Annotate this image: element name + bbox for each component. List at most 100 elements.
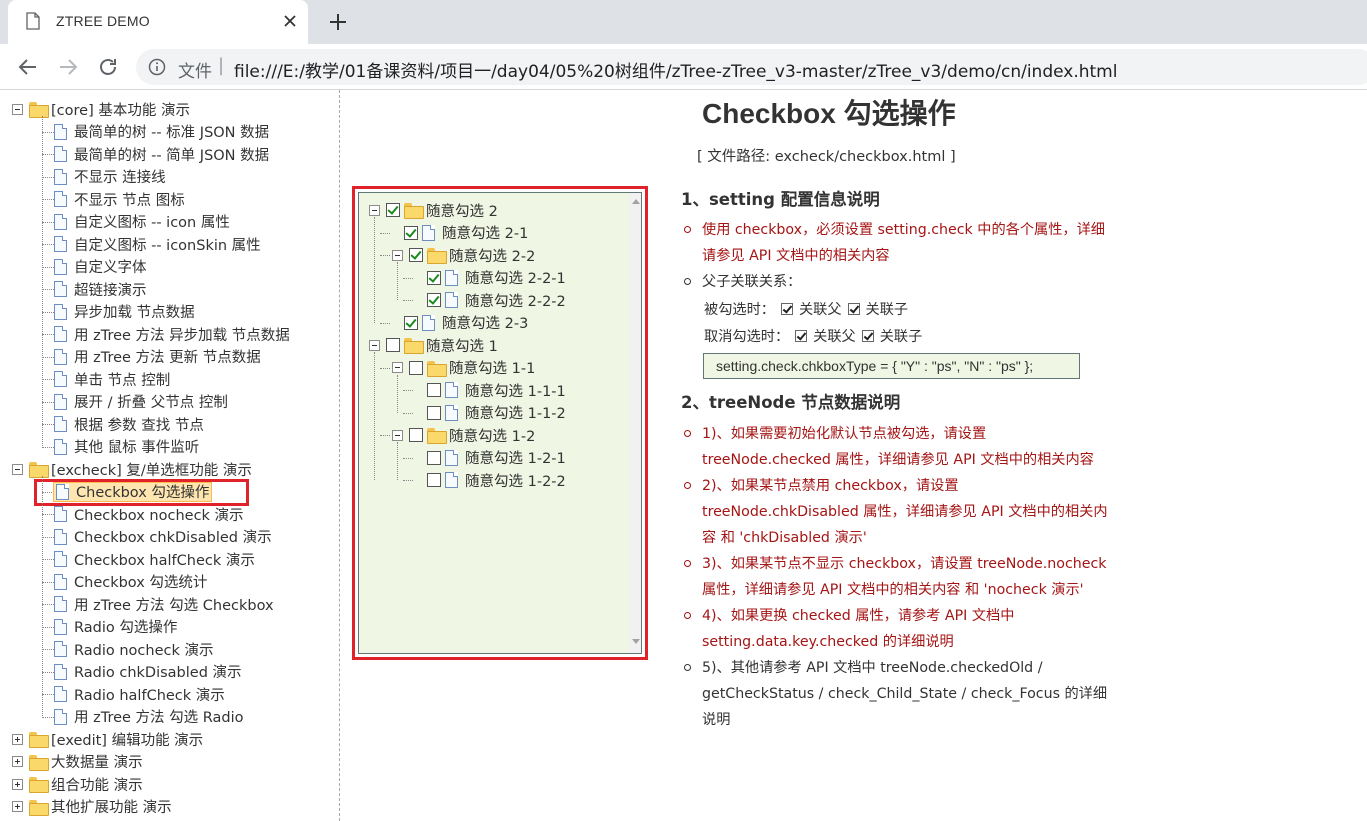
unchecked-assoc-child-checkbox[interactable]	[861, 330, 874, 342]
checked-assoc-child-checkbox[interactable]	[847, 303, 860, 315]
checked-checkbox-icon[interactable]	[427, 293, 441, 307]
unchecked-checkbox-icon[interactable]	[409, 360, 423, 375]
nav-item[interactable]: 自定义图标 -- icon 属性	[54, 211, 230, 233]
forward-icon[interactable]	[56, 55, 80, 79]
expand-icon[interactable]	[12, 801, 23, 812]
checkbox-tree-node[interactable]: 随意勾选 2-1	[404, 222, 528, 244]
nav-item[interactable]: 根据 参数 查找 节点	[54, 413, 204, 435]
checkbox-tree-node[interactable]: 随意勾选 2-2	[392, 244, 535, 266]
collapse-icon[interactable]	[392, 429, 403, 441]
nav-item[interactable]: 用 zTree 方法 异步加载 节点数据	[54, 323, 290, 345]
checked-assoc-parent-checkbox[interactable]	[780, 303, 793, 315]
page-icon	[54, 506, 67, 522]
checkbox-tree-node[interactable]: 随意勾选 1-2-1	[427, 447, 566, 469]
close-tab-icon[interactable]	[280, 11, 300, 31]
nav-item[interactable]: 最简单的树 -- 简单 JSON 数据	[54, 143, 269, 165]
tree-scrollbar[interactable]	[629, 193, 641, 653]
expand-icon[interactable]	[12, 756, 23, 767]
nav-item[interactable]: 最简单的树 -- 标准 JSON 数据	[54, 121, 269, 143]
nav-item[interactable]: 其他 鼠标 事件监听	[54, 436, 199, 458]
checked-checkbox-icon[interactable]	[427, 270, 441, 285]
nav-item[interactable]: Checkbox halfCheck 演示	[54, 548, 255, 570]
nav-item[interactable]: 自定义字体	[54, 256, 147, 278]
collapse-icon[interactable]	[369, 204, 380, 216]
nav-item[interactable]: Checkbox nocheck 演示	[54, 503, 244, 525]
nav-group[interactable]: 大数据量 演示	[12, 751, 143, 773]
unchecked-assoc-parent-checkbox[interactable]	[795, 330, 808, 342]
nav-item[interactable]: Radio 勾选操作	[54, 616, 177, 638]
checkbox-tree-node[interactable]: 随意勾选 1-2-2	[427, 469, 566, 491]
nav-item[interactable]: Checkbox 勾选统计	[54, 571, 207, 593]
checked-checkbox-icon[interactable]	[386, 203, 400, 217]
checkbox-tree-node[interactable]: 随意勾选 1-1	[392, 357, 535, 379]
checkbox-tree-node[interactable]: 随意勾选 2-2-1	[427, 267, 566, 289]
checkbox-tree-node[interactable]: 随意勾选 2	[369, 199, 498, 221]
tree-connector	[403, 390, 413, 391]
nav-item[interactable]: 不显示 连接线	[54, 166, 166, 188]
scroll-up-icon[interactable]	[632, 199, 640, 204]
collapse-icon[interactable]	[12, 463, 23, 475]
reload-icon[interactable]	[96, 55, 120, 79]
unchecked-checkbox-icon[interactable]	[427, 473, 441, 487]
collapse-icon[interactable]	[12, 103, 23, 115]
unchecked-assoc-parent-label: 关联父	[813, 329, 856, 345]
nav-item[interactable]: 自定义图标 -- iconSkin 属性	[54, 233, 261, 255]
unchecked-checkbox-icon[interactable]	[427, 383, 441, 397]
nav-item[interactable]: 展开 / 折叠 父节点 控制	[54, 391, 228, 413]
nav-group-label: [core] 基本功能 演示	[51, 102, 190, 119]
nav-group[interactable]: [exedit] 编辑功能 演示	[12, 728, 203, 750]
expand-icon[interactable]	[12, 733, 23, 745]
nav-group[interactable]: 其他扩展功能 演示	[12, 796, 172, 818]
checked-checkbox-icon[interactable]	[409, 248, 423, 262]
checkbox-tree-node[interactable]: 随意勾选 2-2-2	[427, 289, 566, 311]
nav-item[interactable]: 单击 节点 控制	[54, 368, 170, 390]
nav-item-label: Radio halfCheck 演示	[74, 687, 225, 704]
expand-icon[interactable]	[12, 778, 23, 790]
folder-icon	[29, 732, 49, 748]
nav-item[interactable]: 不显示 节点 图标	[54, 188, 185, 210]
tree-connector	[42, 199, 54, 200]
nav-item-label: 展开 / 折叠 父节点 控制	[74, 395, 228, 411]
nav-group[interactable]: 组合功能 演示	[12, 773, 143, 795]
unchecked-checkbox-icon[interactable]	[427, 450, 441, 465]
checked-checkbox-icon[interactable]	[404, 225, 418, 240]
nav-group[interactable]: [core] 基本功能 演示	[12, 98, 190, 120]
checked-checkbox-icon[interactable]	[404, 315, 418, 330]
collapse-icon[interactable]	[392, 249, 403, 261]
browser-tab[interactable]: ZTREE DEMO	[8, 0, 308, 44]
nav-group[interactable]: [excheck] 复/单选框功能 演示	[12, 458, 252, 480]
treenode-note-4: 4)、如果更换 checked 属性，请参考 API 文档中 setting.d…	[684, 603, 1114, 655]
url-text[interactable]: file:///E:/教学/01备课资料/项目一/day04/05%20树组件/…	[234, 57, 1117, 82]
unchecked-checkbox-icon[interactable]	[427, 405, 441, 420]
nav-group-label: 大数据量 演示	[51, 755, 143, 771]
nav-item[interactable]: Radio halfCheck 演示	[54, 683, 225, 705]
checked-assoc-child-label: 关联子	[865, 302, 909, 318]
nav-item[interactable]: 用 zTree 方法 勾选 Radio	[54, 706, 244, 728]
nav-item-label: 不显示 节点 图标	[74, 192, 185, 209]
checkbox-tree-node[interactable]: 随意勾选 2-3	[404, 312, 528, 334]
nav-item[interactable]: 超链接演示	[54, 278, 147, 300]
nav-item[interactable]: Checkbox 勾选操作	[53, 481, 213, 503]
unchecked-checkbox-icon[interactable]	[409, 428, 423, 442]
unchecked-checkbox-icon[interactable]	[386, 338, 400, 352]
scroll-down-icon[interactable]	[632, 639, 640, 644]
checkbox-tree-node[interactable]: 随意勾选 1-1-1	[427, 379, 566, 401]
collapse-icon[interactable]	[392, 362, 403, 373]
nav-item[interactable]: 异步加载 节点数据	[54, 301, 195, 323]
checkbox-tree-node[interactable]: 随意勾选 1-2	[392, 424, 535, 446]
checkbox-tree-node[interactable]: 随意勾选 1-1-2	[427, 402, 566, 424]
nav-item[interactable]: Checkbox chkDisabled 演示	[54, 526, 272, 548]
new-tab-icon[interactable]	[325, 9, 351, 35]
info-icon[interactable]	[148, 58, 166, 76]
nav-item[interactable]: 用 zTree 方法 更新 节点数据	[54, 346, 261, 368]
url-field[interactable]: 文件 | file:///E:/教学/01备课资料/项目一/day04/05%2…	[136, 49, 1367, 85]
collapse-icon[interactable]	[369, 339, 380, 351]
nav-item[interactable]: Radio chkDisabled 演示	[54, 661, 242, 683]
back-icon[interactable]	[16, 55, 40, 79]
selected-nav-item[interactable]: Checkbox 勾选操作	[53, 481, 213, 502]
nav-item[interactable]: 用 zTree 方法 勾选 Checkbox	[54, 593, 274, 615]
checked-assoc-parent-label: 关联父	[798, 302, 842, 318]
checkbox-tree-node[interactable]: 随意勾选 1	[369, 334, 498, 356]
tree-connector	[397, 442, 398, 480]
nav-item[interactable]: Radio nocheck 演示	[54, 638, 213, 660]
